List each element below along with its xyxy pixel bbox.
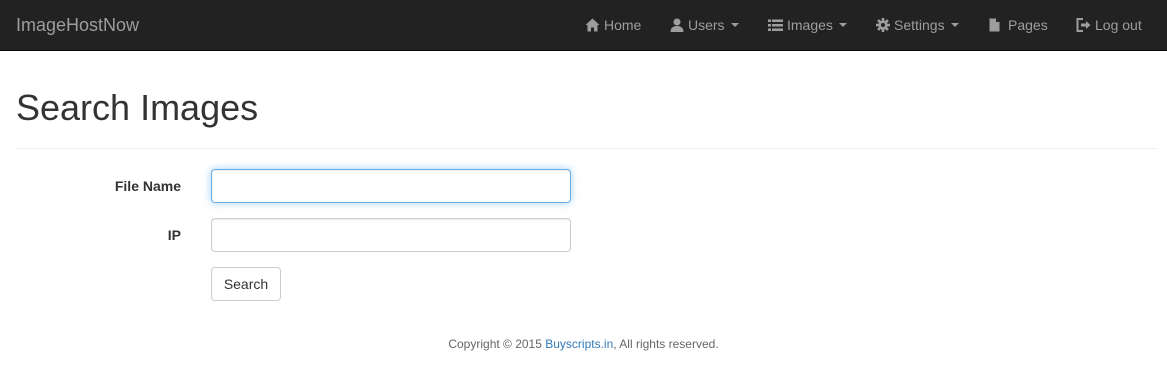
footer-rights: , All rights reserved. <box>613 337 719 351</box>
nav-settings-label: Settings <box>894 17 945 33</box>
search-button[interactable]: Search <box>211 267 281 301</box>
nav-users[interactable]: Users <box>670 0 739 50</box>
nav-images-label: Images <box>787 17 833 33</box>
footer: Copyright © 2015 Buyscripts.in, All righ… <box>0 336 1167 352</box>
file-icon <box>989 18 1000 32</box>
chevron-down-icon <box>950 23 959 27</box>
nav-logout[interactable]: Log out <box>1076 0 1142 50</box>
page-title: Search Images <box>16 87 259 128</box>
nav-images[interactable]: Images <box>768 0 847 50</box>
ip-input[interactable] <box>211 218 571 252</box>
ip-label: IP <box>167 227 181 243</box>
page-header: Search Images <box>16 60 1157 149</box>
nav-settings[interactable]: Settings <box>876 0 959 50</box>
top-navbar: ImageHostNow Home Users Images Settings … <box>0 0 1167 51</box>
chevron-down-icon <box>730 23 739 27</box>
logout-icon <box>1076 18 1091 32</box>
nav-users-label: Users <box>688 17 725 33</box>
chevron-down-icon <box>838 23 847 27</box>
file-name-label: File Name <box>114 178 181 194</box>
list-icon <box>768 19 783 32</box>
nav-pages-label: Pages <box>1008 17 1048 33</box>
footer-copyright: Copyright © 2015 <box>448 337 546 351</box>
file-name-input[interactable] <box>211 169 571 203</box>
user-icon <box>670 18 684 32</box>
footer-link[interactable]: Buyscripts.in <box>545 337 613 351</box>
nav-home-label: Home <box>604 17 642 33</box>
nav-pages[interactable]: Pages <box>989 0 1048 50</box>
nav-logout-label: Log out <box>1095 17 1142 33</box>
nav-home[interactable]: Home <box>585 0 641 50</box>
gear-icon <box>876 18 890 32</box>
brand-link[interactable]: ImageHostNow <box>16 15 139 35</box>
home-icon <box>585 18 600 32</box>
